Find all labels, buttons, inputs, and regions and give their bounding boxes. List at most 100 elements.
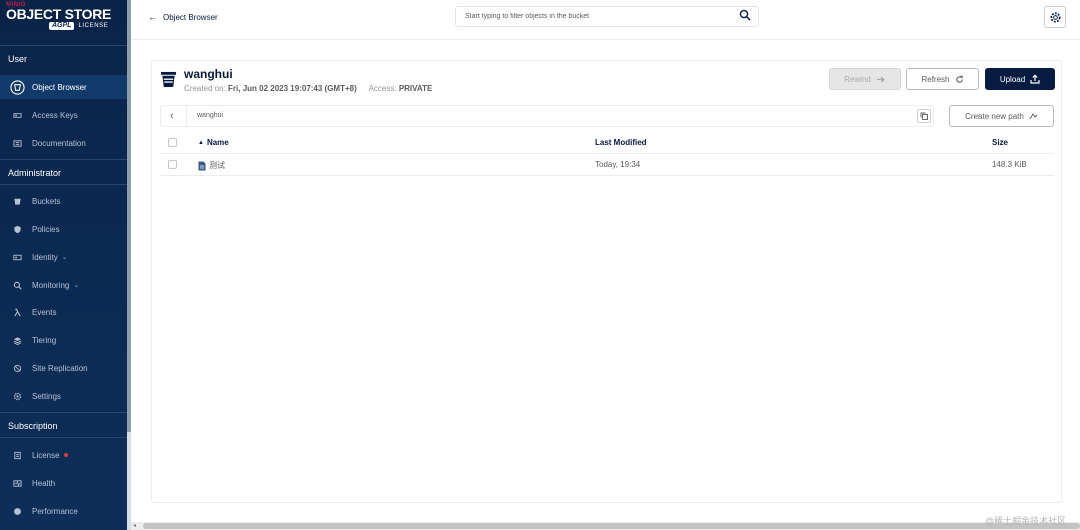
sidebar-item-monitoring[interactable]: Monitoring ⌄	[0, 273, 127, 297]
settings-button[interactable]	[1044, 6, 1066, 28]
created-value: Fri, Jun 02 2023 19:07:43 (GMT+8)	[228, 84, 357, 93]
gear-icon	[2, 392, 32, 401]
section-divider	[0, 159, 127, 160]
sidebar-item-label: Identity	[32, 252, 58, 262]
chevron-down-icon: ⌄	[73, 282, 80, 289]
sidebar-item-policies[interactable]: Policies	[0, 217, 127, 241]
performance-icon	[2, 507, 32, 516]
new-path-icon	[1029, 113, 1038, 120]
sort-asc-icon: ▲	[198, 139, 204, 146]
section-divider	[0, 184, 127, 185]
scroll-left-icon[interactable]: ◂	[133, 522, 136, 529]
create-path-label: Create new path	[965, 111, 1024, 121]
create-new-path-button[interactable]: Create new path	[949, 105, 1054, 127]
rewind-label: Rewind	[844, 74, 871, 84]
sidebar-item-label: Site Replication	[32, 363, 88, 373]
refresh-button[interactable]: Refresh	[906, 68, 979, 90]
chevron-left-icon[interactable]: ‹	[170, 110, 174, 122]
sidebar-item-settings[interactable]: Settings	[0, 384, 127, 408]
horizontal-scrollbar[interactable]: ◂	[131, 522, 1080, 530]
copy-path-button[interactable]	[917, 109, 931, 123]
upload-label: Upload	[999, 74, 1026, 84]
sidebar-item-documentation[interactable]: Documentation	[0, 131, 127, 155]
sidebar-item-identity[interactable]: Identity ⌄	[0, 245, 127, 269]
search-input[interactable]	[465, 13, 739, 20]
object-size: 148.3 KiB	[992, 160, 1027, 169]
section-divider	[0, 437, 127, 438]
shield-icon	[2, 225, 32, 234]
refresh-label: Refresh	[921, 74, 950, 84]
chevron-down-icon: ⌄	[61, 254, 68, 261]
docs-icon	[2, 139, 32, 148]
search-box	[455, 6, 759, 27]
object-name-cell[interactable]: 测试	[198, 160, 225, 171]
lambda-icon	[2, 308, 32, 317]
alert-dot	[63, 453, 68, 457]
key-icon	[2, 111, 32, 120]
section-title-administrator: Administrator	[8, 168, 62, 178]
column-header-size[interactable]: Size	[992, 138, 1008, 147]
sidebar-item-label: Tiering	[32, 335, 57, 345]
back-link[interactable]: ← Object Browser	[148, 12, 218, 22]
health-icon	[2, 479, 32, 488]
sidebar-item-label: Access Keys	[32, 110, 78, 120]
license-icon	[2, 451, 32, 460]
section-divider	[0, 45, 127, 46]
rewind-button[interactable]: Rewind	[829, 68, 901, 90]
sidebar-item-label: Policies	[32, 224, 60, 234]
horizontal-scrollbar-thumb[interactable]	[143, 523, 1080, 529]
breadcrumb[interactable]: wanghui	[197, 112, 223, 119]
rewind-icon	[876, 76, 885, 82]
sidebar-item-events[interactable]: Events	[0, 300, 127, 324]
file-icon	[198, 161, 206, 170]
watermark: @稀土掘金技术社区	[985, 516, 1067, 526]
created-label: Created on:	[184, 84, 226, 93]
select-all-checkbox[interactable]	[168, 138, 177, 147]
section-title-subscription: Subscription	[8, 421, 58, 431]
arrow-left-icon: ←	[148, 12, 157, 22]
bucket-panel: wanghui Created on: Fri, Jun 02 2023 19:…	[151, 60, 1062, 503]
sidebar-scrollbar-thumb[interactable]	[127, 0, 131, 432]
sidebar: MINIO OBJECT STORE AGPL LICENSE User Obj…	[0, 0, 131, 530]
copy-icon	[920, 112, 928, 120]
replication-icon	[2, 364, 32, 373]
search-icon[interactable]	[739, 8, 753, 26]
sidebar-item-license[interactable]: License	[0, 443, 127, 467]
table-row[interactable]: 测试 Today, 19:34 148.3 KiB	[160, 154, 1054, 176]
object-name: 测试	[209, 161, 225, 170]
upload-button[interactable]: Upload	[985, 68, 1055, 90]
sidebar-item-object-browser[interactable]: Object Browser	[0, 75, 127, 99]
sidebar-item-performance[interactable]: Performance	[0, 499, 127, 523]
sidebar-item-tiering[interactable]: Tiering	[0, 328, 127, 352]
layers-icon	[2, 336, 32, 345]
license-text: LICENSE	[78, 23, 109, 29]
access-value: PRIVATE	[398, 84, 433, 93]
sidebar-item-label: Events	[32, 307, 57, 317]
objects-table: ▲ Name Last Modified Size 测试 Today, 19:3…	[160, 132, 1054, 176]
path-bar: ‹ wanghui	[160, 105, 934, 127]
back-label: Object Browser	[163, 12, 218, 22]
sidebar-item-label: Settings	[32, 391, 61, 401]
table-header-row: ▲ Name Last Modified Size	[160, 132, 1054, 154]
column-header-name[interactable]: ▲ Name	[198, 138, 229, 147]
sidebar-item-label: Health	[32, 478, 56, 488]
path-divider	[186, 106, 187, 126]
sidebar-item-site-replication[interactable]: Site Replication	[0, 356, 127, 380]
bucket-icon	[160, 71, 177, 88]
sidebar-item-label: Object Browser	[32, 82, 87, 92]
sidebar-item-health[interactable]: Health	[0, 471, 127, 495]
column-header-last-modified[interactable]: Last Modified	[595, 138, 647, 147]
row-checkbox[interactable]	[168, 160, 177, 169]
refresh-icon	[955, 75, 963, 83]
sidebar-item-access-keys[interactable]: Access Keys	[0, 103, 127, 127]
sidebar-scrollbar[interactable]	[127, 0, 131, 530]
top-bar: ← Object Browser	[131, 0, 1080, 40]
object-modified: Today, 19:34	[595, 160, 641, 169]
brand-logo: MINIO OBJECT STORE AGPL LICENSE	[6, 2, 124, 38]
bucket-icon	[2, 197, 32, 206]
sidebar-item-buckets[interactable]: Buckets	[0, 189, 127, 213]
gear-icon	[1049, 11, 1061, 23]
search-icon	[2, 281, 32, 290]
section-divider	[0, 412, 127, 413]
bucket-meta: Created on: Fri, Jun 02 2023 19:07:43 (G…	[184, 84, 442, 93]
